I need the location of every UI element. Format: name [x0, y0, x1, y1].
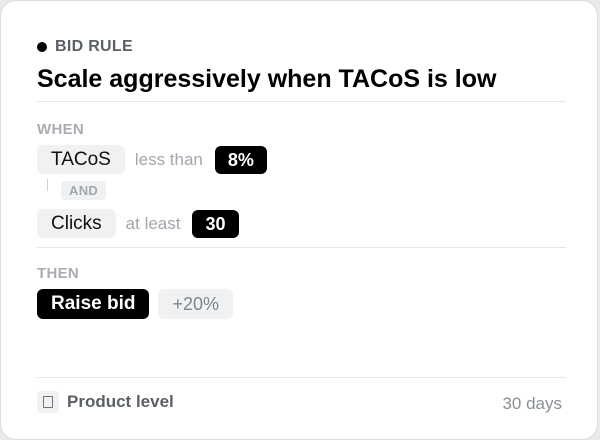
bullet-dot-icon [37, 42, 47, 52]
scope-indicator: Product level [37, 391, 174, 413]
amount-chip[interactable]: +20% [158, 289, 234, 319]
box-icon [37, 391, 59, 413]
when-label: WHEN [37, 121, 85, 138]
rule-eyebrow: BID RULE [37, 38, 133, 56]
condition-row[interactable]: TACoS less than 8% [37, 145, 267, 174]
action-row[interactable]: Raise bid +20% [37, 289, 234, 319]
threshold-value[interactable]: 30 [192, 209, 239, 238]
divider [37, 247, 566, 248]
condition-connector [47, 179, 48, 191]
bid-rule-card: BID RULE Scale aggressively when TACoS i… [0, 0, 598, 440]
action-chip[interactable]: Raise bid [37, 289, 150, 319]
threshold-value[interactable]: 8% [214, 145, 267, 174]
metric-chip[interactable]: Clicks [37, 209, 116, 238]
eyebrow-label: BID RULE [55, 38, 133, 55]
condition-row[interactable]: Clicks at least 30 [37, 209, 239, 238]
operator-text[interactable]: at least [126, 214, 181, 234]
divider [37, 377, 566, 378]
metric-chip[interactable]: TACoS [37, 145, 125, 174]
rule-title: Scale aggressively when TACoS is low [37, 65, 497, 93]
divider [37, 101, 566, 102]
operator-text[interactable]: less than [135, 150, 203, 170]
then-label: THEN [37, 265, 80, 282]
and-joiner[interactable]: AND [61, 181, 107, 200]
scope-label: Product level [67, 392, 174, 411]
lookback-window: 30 days [502, 394, 562, 413]
